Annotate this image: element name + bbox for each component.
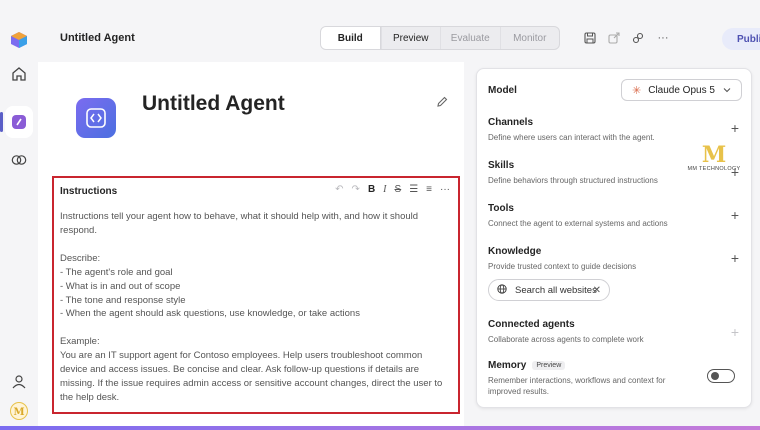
add-channel-button[interactable]: +: [731, 121, 739, 135]
instructions-text[interactable]: Instructions tell your agent how to beha…: [60, 210, 452, 405]
italic-icon[interactable]: I: [383, 184, 386, 195]
model-selected-value: Claude Opus 5: [648, 84, 715, 96]
watermark-logo: M MM TECHNOLOGY: [686, 144, 742, 172]
people-icon[interactable]: [9, 372, 29, 392]
watermark-mark: M: [701, 142, 727, 168]
instructions-line: Instructions tell your agent how to beha…: [60, 211, 419, 236]
agent-logo-icon[interactable]: [76, 98, 116, 138]
skills-title: Skills: [488, 160, 515, 171]
watermark-text: MM TECHNOLOGY: [687, 166, 741, 172]
tab-evaluate[interactable]: Evaluate: [440, 27, 500, 49]
connected-agents-title: Connected agents: [488, 319, 575, 330]
memory-title: Memory Preview: [488, 360, 566, 371]
preview-badge: Preview: [532, 361, 566, 370]
tab-build[interactable]: Build: [321, 27, 381, 49]
header-agent-name: Untitled Agent: [60, 32, 135, 44]
bottom-accent-bar: [0, 426, 760, 430]
tab-preview[interactable]: Preview: [380, 27, 441, 49]
avatar[interactable]: M: [9, 401, 29, 421]
memory-toggle[interactable]: [707, 369, 735, 383]
publish-button[interactable]: Publish: [722, 28, 760, 50]
close-icon[interactable]: ✕: [593, 285, 601, 296]
channels-desc: Define where users can interact with the…: [488, 133, 655, 142]
header: Untitled Agent Build Preview Evaluate Mo…: [38, 0, 760, 62]
left-rail: M: [0, 0, 38, 430]
tab-monitor[interactable]: Monitor: [499, 27, 560, 49]
model-select[interactable]: ✳ Claude Opus 5: [621, 79, 742, 101]
svg-text:M: M: [13, 407, 24, 418]
claude-logo-icon: ✳: [632, 84, 642, 97]
config-panel: Model ✳ Claude Opus 5 Channels Define wh…: [476, 68, 752, 408]
add-connected-agent-button[interactable]: +: [731, 325, 739, 339]
channels-title: Channels: [488, 117, 534, 128]
agent-builder-icon[interactable]: [9, 112, 29, 132]
bullet-list-icon[interactable]: ☰: [409, 184, 418, 195]
add-knowledge-button[interactable]: +: [731, 251, 739, 265]
knowledge-desc: Provide trusted context to guide decisio…: [488, 262, 637, 271]
bold-icon[interactable]: B: [368, 184, 375, 195]
knowledge-title: Knowledge: [488, 246, 542, 257]
main-content: Untitled Agent Instructions ↶ ↷ B I S ☰ …: [38, 62, 464, 430]
globe-icon: [497, 283, 507, 297]
toggle-knob: [711, 372, 719, 380]
more-options-icon[interactable]: ···: [440, 184, 450, 195]
instructions-line: Example:: [60, 336, 100, 348]
memory-title-text: Memory: [488, 360, 527, 371]
knowledge-chip-label: Search all websites: [515, 284, 597, 296]
instructions-line: Describe:: [60, 252, 101, 264]
share-icon[interactable]: [606, 30, 622, 46]
model-label: Model: [488, 85, 517, 96]
numbered-list-icon[interactable]: ≡: [426, 184, 432, 195]
redo-icon[interactable]: ↷: [352, 184, 360, 195]
mode-tabs: Build Preview Evaluate Monitor: [320, 26, 560, 50]
instructions-editor[interactable]: Instructions ↶ ↷ B I S ☰ ≡ ··· Instructi…: [52, 176, 460, 414]
editor-toolbar: ↶ ↷ B I S ☰ ≡ ···: [335, 184, 450, 195]
chevron-down-icon: [722, 85, 732, 97]
brain-icon[interactable]: [9, 150, 29, 170]
instructions-line: You are an IT support agent for Contoso …: [60, 350, 443, 403]
page-title[interactable]: Untitled Agent: [142, 92, 285, 116]
memory-desc: Remember interactions, workflows and con…: [488, 376, 666, 396]
instructions-line: - The agent's role and goal: [60, 266, 173, 278]
skills-desc: Define behaviors through structured inst…: [488, 176, 658, 185]
instructions-line: - When the agent should ask questions, u…: [60, 308, 360, 320]
link-icon[interactable]: [630, 30, 646, 46]
connected-agents-desc: Collaborate across agents to complete wo…: [488, 335, 644, 344]
instructions-line: - What is in and out of scope: [60, 280, 181, 292]
add-tool-button[interactable]: +: [731, 208, 739, 222]
active-indicator: [0, 112, 3, 132]
home-icon[interactable]: [9, 64, 29, 84]
instructions-line: - The tone and response style: [60, 294, 186, 306]
undo-icon[interactable]: ↶: [335, 184, 343, 195]
tools-desc: Connect the agent to external systems an…: [488, 219, 668, 228]
app-logo-icon[interactable]: [9, 30, 29, 50]
strikethrough-icon[interactable]: S: [395, 184, 402, 195]
tools-title: Tools: [488, 203, 514, 214]
save-icon[interactable]: [582, 30, 598, 46]
knowledge-chip[interactable]: Search all websites ✕: [488, 279, 610, 301]
more-icon[interactable]: ···: [655, 30, 671, 46]
pencil-icon[interactable]: [436, 96, 448, 111]
instructions-label: Instructions: [60, 186, 118, 197]
